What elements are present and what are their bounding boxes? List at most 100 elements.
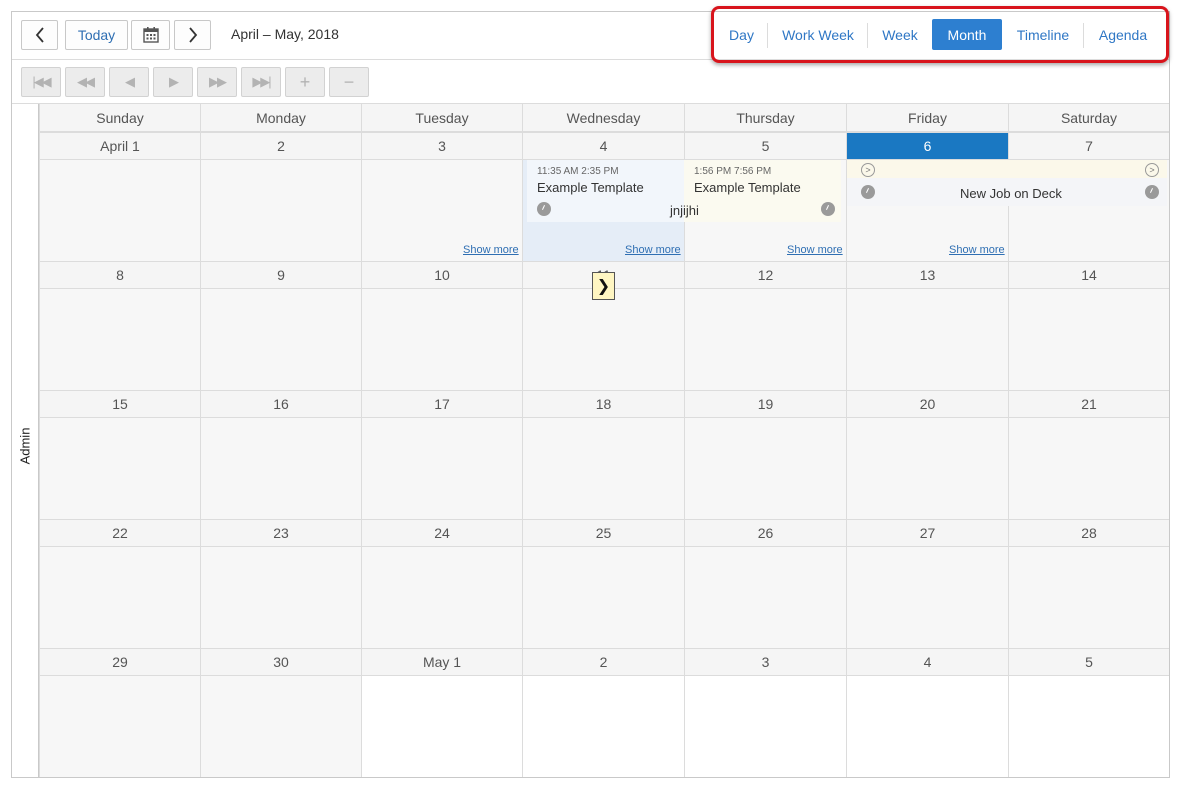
event-friday[interactable]: > > New Job on Deck (847, 160, 1167, 206)
day-number[interactable]: 8 (39, 261, 200, 289)
day-number[interactable]: 20 (846, 390, 1008, 418)
day-cell[interactable] (846, 418, 1008, 519)
day-number[interactable]: 3 (361, 132, 522, 160)
day-cell[interactable] (522, 547, 684, 648)
day-number[interactable]: 15 (39, 390, 200, 418)
next-button[interactable] (174, 20, 211, 50)
day-number-today[interactable]: 6 (846, 132, 1008, 160)
day-cell[interactable] (200, 676, 361, 777)
chevron-right-icon[interactable]: ❯ (592, 272, 615, 300)
navigation-bar: |◀◀ ◀◀ ◀ ▶ ▶▶ ▶▶| + − (12, 60, 1169, 104)
day-cell[interactable] (200, 289, 361, 390)
day-cell[interactable] (846, 547, 1008, 648)
day-cell[interactable] (684, 547, 846, 648)
day-cell[interactable] (39, 676, 200, 777)
show-more-link[interactable]: Show more (625, 244, 681, 256)
event-title: Example Template (537, 180, 644, 195)
minus-icon[interactable]: − (329, 67, 369, 97)
day-cell[interactable] (361, 418, 522, 519)
day-number[interactable]: 26 (684, 519, 846, 547)
view-week-button[interactable]: Week (868, 19, 932, 50)
day-cell[interactable] (39, 547, 200, 648)
continue-right-icon: > (1145, 163, 1159, 177)
day-number[interactable]: 30 (200, 648, 361, 676)
day-number[interactable]: 18 (522, 390, 684, 418)
day-number[interactable]: 2 (200, 132, 361, 160)
day-cell[interactable] (846, 289, 1008, 390)
view-work-week-button[interactable]: Work Week (768, 19, 868, 50)
day-cell[interactable] (684, 289, 846, 390)
day-number[interactable]: 10 (361, 261, 522, 289)
day-cell[interactable] (522, 418, 684, 519)
resource-label: Admin (17, 427, 33, 465)
day-cell[interactable] (361, 289, 522, 390)
day-number[interactable]: 23 (200, 519, 361, 547)
view-month-button[interactable]: Month (932, 19, 1002, 50)
day-number[interactable]: April 1 (39, 132, 200, 160)
day-number[interactable]: 14 (1008, 261, 1169, 289)
view-day-button[interactable]: Day (715, 19, 768, 50)
day-number[interactable]: 3 (684, 648, 846, 676)
forward-icon[interactable]: ▶ (153, 67, 193, 97)
day-number[interactable]: 21 (1008, 390, 1169, 418)
day-cell[interactable] (361, 676, 522, 777)
day-cell[interactable] (846, 676, 1008, 777)
fast-back-icon[interactable]: ◀◀ (65, 67, 105, 97)
calendar-picker-button[interactable] (131, 20, 170, 50)
day-cell[interactable] (522, 676, 684, 777)
day-cell[interactable] (1008, 289, 1169, 390)
day-cell[interactable] (1008, 676, 1169, 777)
day-number[interactable]: 22 (39, 519, 200, 547)
plus-icon[interactable]: + (285, 67, 325, 97)
day-number[interactable]: 7 (1008, 132, 1169, 160)
resource-column: Admin (12, 104, 39, 777)
view-switcher: Day Work Week Week Month Timeline Agenda (715, 18, 1162, 51)
day-cell[interactable] (522, 289, 684, 390)
day-cell[interactable] (1008, 547, 1169, 648)
day-cell[interactable] (200, 547, 361, 648)
day-number[interactable]: 5 (684, 132, 846, 160)
day-number[interactable]: 12 (684, 261, 846, 289)
day-number[interactable]: 24 (361, 519, 522, 547)
view-timeline-button[interactable]: Timeline (1002, 19, 1084, 50)
day-cell[interactable] (684, 418, 846, 519)
day-cell[interactable] (39, 418, 200, 519)
day-number[interactable]: 19 (684, 390, 846, 418)
day-cell[interactable] (200, 160, 361, 261)
day-cell[interactable] (684, 676, 846, 777)
fast-forward-icon[interactable]: ▶▶ (197, 67, 237, 97)
day-number[interactable]: 5 (1008, 648, 1169, 676)
day-cell[interactable] (39, 289, 200, 390)
today-button[interactable]: Today (65, 20, 128, 50)
view-agenda-button[interactable]: Agenda (1084, 19, 1162, 50)
day-number[interactable]: 4 (846, 648, 1008, 676)
event-thursday[interactable]: 1:56 PM 7:56 PM Example Template (684, 160, 841, 222)
show-more-link[interactable]: Show more (787, 244, 843, 256)
event-span-title: jnjijhi (670, 203, 699, 218)
day-cell[interactable] (200, 418, 361, 519)
day-cell[interactable] (39, 160, 200, 261)
back-icon[interactable]: ◀ (109, 67, 149, 97)
event-time: 1:56 PM 7:56 PM (694, 166, 772, 177)
day-number[interactable]: 13 (846, 261, 1008, 289)
day-number[interactable]: 4 (522, 132, 684, 160)
day-number[interactable]: 9 (200, 261, 361, 289)
event-title: New Job on Deck (960, 186, 1062, 201)
day-number[interactable]: May 1 (361, 648, 522, 676)
event-wednesday[interactable]: 11:35 AM 2:35 PM Example Template (527, 160, 684, 222)
day-number[interactable]: 25 (522, 519, 684, 547)
last-icon[interactable]: ▶▶| (241, 67, 281, 97)
day-cell[interactable] (1008, 418, 1169, 519)
day-number[interactable]: 28 (1008, 519, 1169, 547)
day-number[interactable]: 16 (200, 390, 361, 418)
first-icon[interactable]: |◀◀ (21, 67, 61, 97)
day-number[interactable]: 17 (361, 390, 522, 418)
day-number[interactable]: 27 (846, 519, 1008, 547)
prev-button[interactable] (21, 20, 58, 50)
show-more-link[interactable]: Show more (949, 244, 1005, 256)
show-more-link[interactable]: Show more (463, 244, 519, 256)
month-grid: Admin Sunday Monday Tuesday Wednesday Thursd… (12, 104, 1169, 777)
day-number[interactable]: 29 (39, 648, 200, 676)
day-number[interactable]: 2 (522, 648, 684, 676)
day-cell[interactable] (361, 547, 522, 648)
